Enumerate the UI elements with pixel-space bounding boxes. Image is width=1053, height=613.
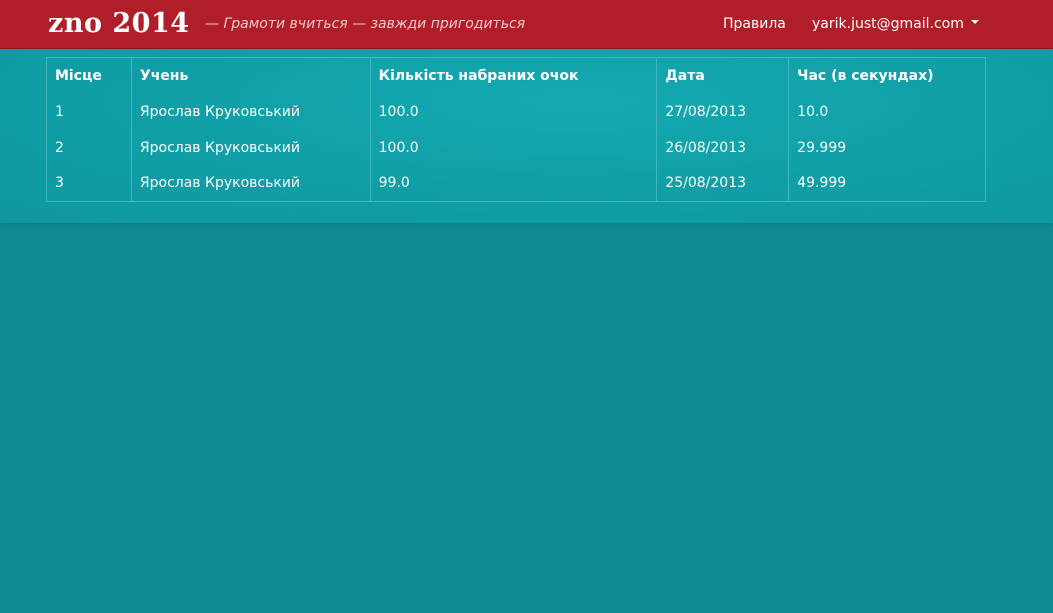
table-row: 3 Ярослав Круковський 99.0 25/08/2013 49…: [47, 165, 986, 202]
top-navbar: zno 2014 — Грамоти вчиться — завжди приг…: [0, 0, 1053, 49]
table-row: 1 Ярослав Круковський 100.0 27/08/2013 1…: [47, 93, 986, 130]
nav-link-rules[interactable]: Правила: [723, 15, 786, 33]
cell-place: 3: [55, 175, 64, 192]
column-header-time: Час (в секундах): [788, 57, 986, 94]
column-header-date: Дата: [656, 57, 789, 94]
leaderboard-table: Місце Учень Кількість набраних очок Дата…: [46, 57, 986, 202]
cell-date: 26/08/2013: [656, 129, 789, 166]
cell-student: Ярослав Круковський: [130, 165, 371, 202]
table-row: 2 Ярослав Круковський 100.0 26/08/2013 2…: [47, 129, 986, 166]
caret-down-icon: [970, 20, 979, 24]
cell-score: 100.0: [369, 93, 657, 130]
cell-place: 2: [55, 139, 64, 156]
cell-score: 99.0: [369, 165, 657, 202]
cell-student: Ярослав Круковський: [130, 129, 371, 166]
cell-date: 25/08/2013: [656, 165, 789, 202]
user-email: yarik.just@gmail.com: [812, 16, 964, 32]
user-menu-dropdown[interactable]: yarik.just@gmail.com: [812, 15, 979, 33]
cell-time: 10.0: [788, 93, 986, 130]
cell-time: 29.999: [788, 129, 986, 166]
cell-score: 100.0: [369, 129, 657, 166]
cell-place: 1: [55, 103, 64, 120]
column-header-student: Учень: [130, 57, 371, 94]
column-header-place: Місце: [55, 67, 102, 84]
brand-logo[interactable]: zno 2014: [48, 8, 190, 40]
brand-tagline: — Грамоти вчиться — завжди пригодиться: [205, 16, 526, 32]
table-header-row: Місце Учень Кількість набраних очок Дата…: [47, 57, 986, 94]
cell-time: 49.999: [788, 165, 986, 202]
cell-student: Ярослав Круковський: [130, 93, 371, 130]
column-header-score: Кількість набраних очок: [369, 57, 657, 94]
cell-date: 27/08/2013: [656, 93, 789, 130]
